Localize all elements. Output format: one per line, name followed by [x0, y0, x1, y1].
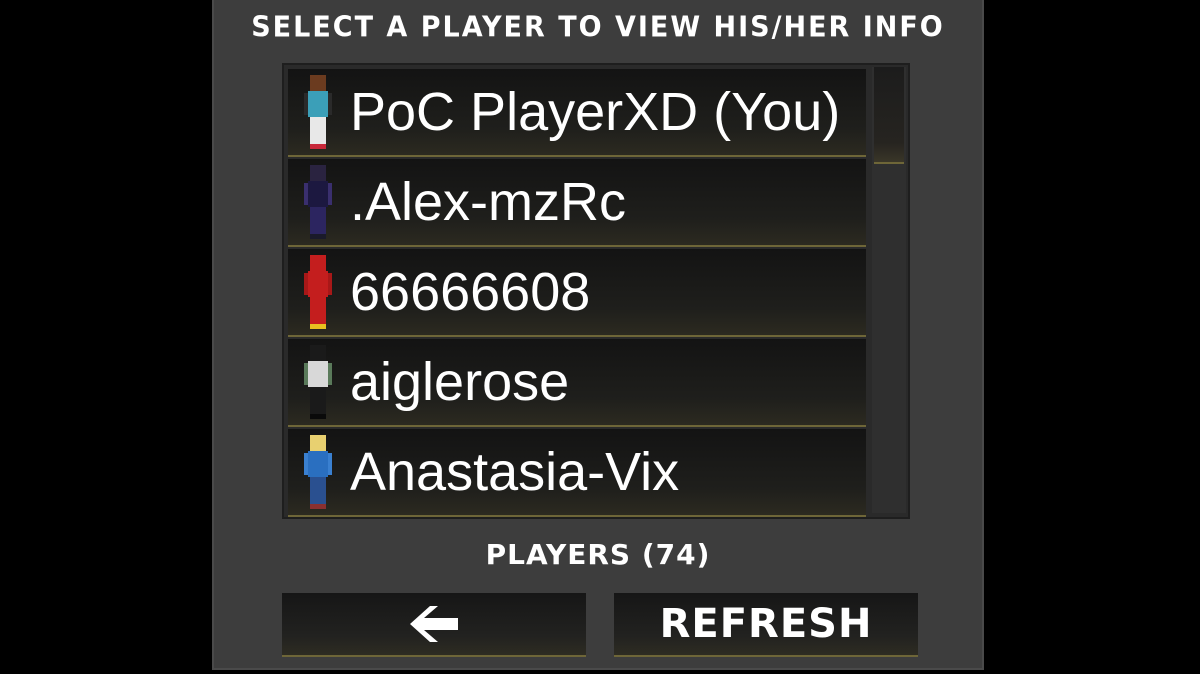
- player-row[interactable]: PoC PlayerXD (You): [288, 69, 866, 157]
- player-row[interactable]: 66666608: [288, 249, 866, 337]
- player-name: 66666608: [350, 262, 591, 322]
- scrollbar[interactable]: [872, 67, 906, 513]
- player-avatar-icon: [304, 255, 332, 329]
- player-select-panel: SELECT A PLAYER TO VIEW HIS/HER INFO PoC…: [212, 0, 984, 670]
- page-title: SELECT A PLAYER TO VIEW HIS/HER INFO: [251, 11, 945, 44]
- player-name: .Alex-mzRc: [350, 172, 627, 232]
- player-avatar-icon: [304, 345, 332, 419]
- refresh-button[interactable]: REFRESH: [614, 593, 918, 657]
- players-count: PLAYERS (74): [485, 538, 711, 571]
- player-name: Anastasia-Vix: [350, 442, 680, 502]
- refresh-button-label: REFRESH: [659, 601, 873, 647]
- player-avatar-icon: [304, 435, 332, 509]
- player-name: PoC PlayerXD (You): [350, 82, 841, 142]
- scroll-thumb[interactable]: [874, 67, 904, 164]
- player-name: aiglerose: [350, 352, 570, 412]
- player-avatar-icon: [304, 165, 332, 239]
- back-button[interactable]: [282, 593, 586, 657]
- arrow-left-icon: [410, 604, 458, 642]
- player-list-items: PoC PlayerXD (You) .Alex-mzRc 66666608 a…: [288, 69, 866, 517]
- player-row[interactable]: .Alex-mzRc: [288, 159, 866, 247]
- player-row[interactable]: aiglerose: [288, 339, 866, 427]
- player-row[interactable]: Anastasia-Vix: [288, 429, 866, 517]
- player-list[interactable]: PoC PlayerXD (You) .Alex-mzRc 66666608 a…: [282, 63, 910, 519]
- player-avatar-icon: [304, 75, 332, 149]
